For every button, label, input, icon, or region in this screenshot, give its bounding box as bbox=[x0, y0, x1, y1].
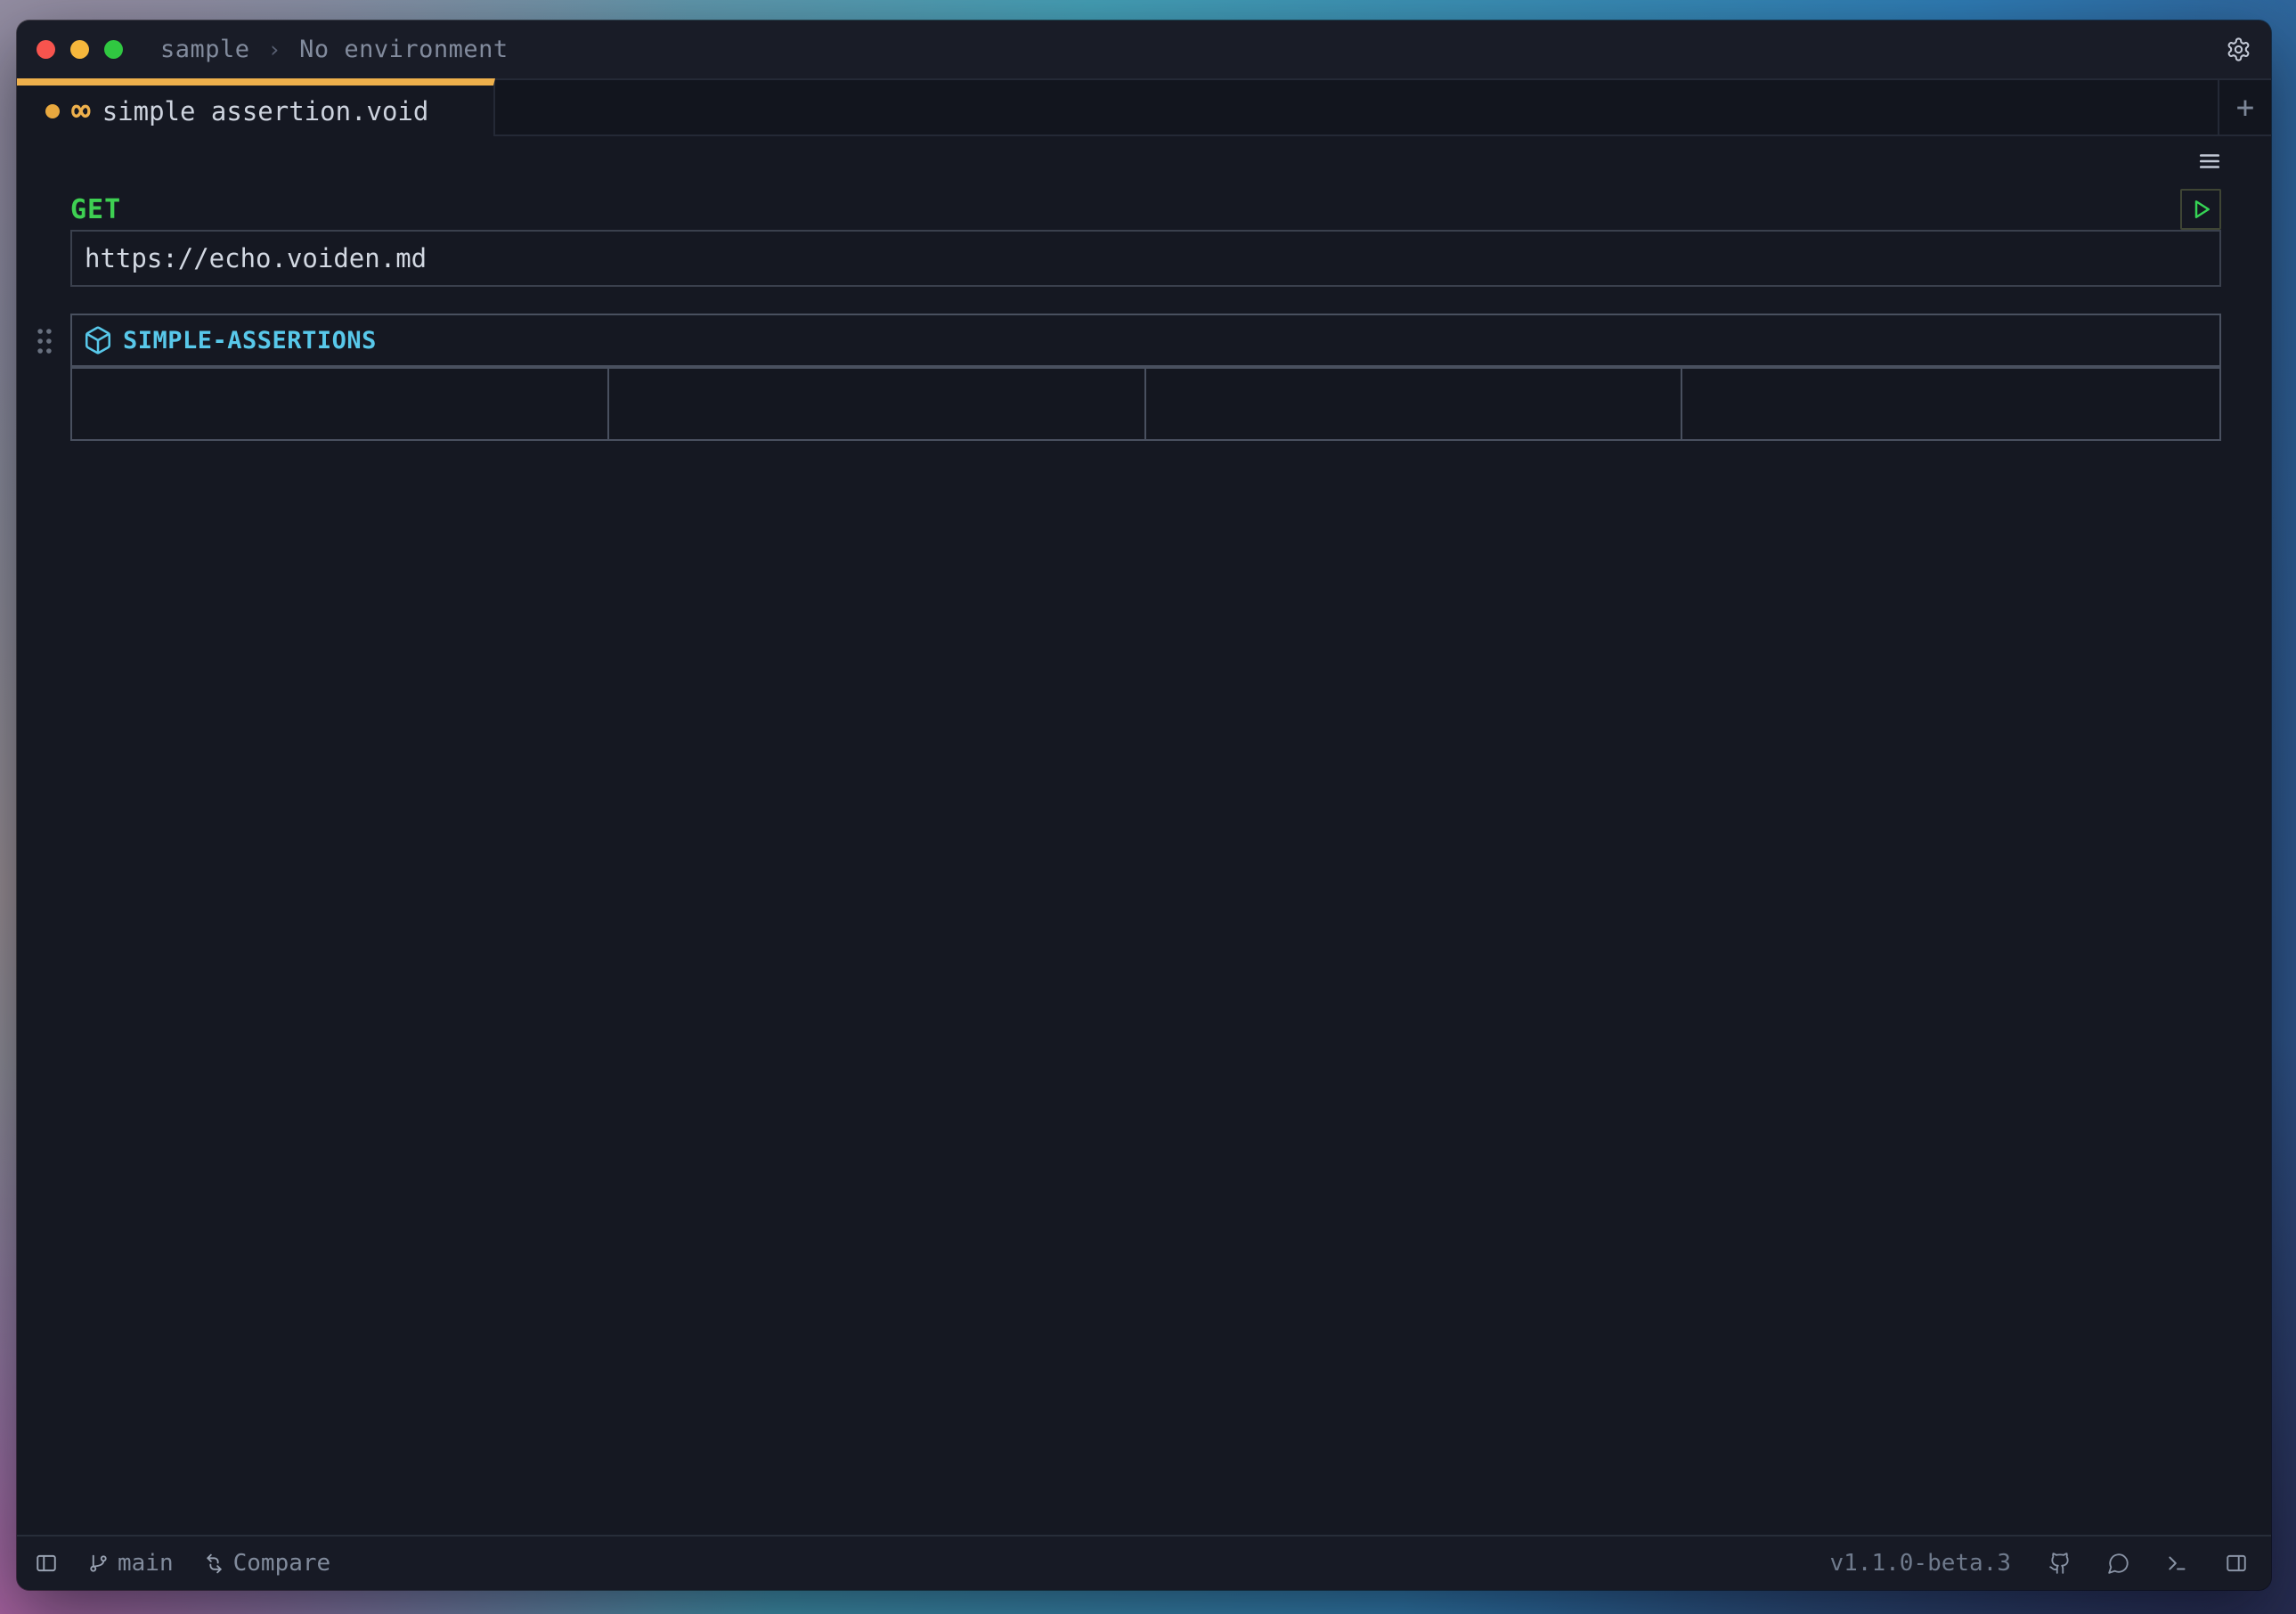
git-branch-icon bbox=[87, 1553, 110, 1575]
new-tab-button[interactable]: + bbox=[2218, 78, 2271, 136]
app-window: sample › No environment ∞ simple asserti… bbox=[17, 20, 2271, 1590]
breadcrumb-environment[interactable]: No environment bbox=[299, 36, 509, 63]
gear-icon bbox=[2226, 37, 2251, 62]
http-method-label[interactable]: GET bbox=[70, 194, 121, 225]
tab-simple-assertion[interactable]: ∞ simple assertion.void bbox=[17, 78, 495, 136]
assertions-table bbox=[70, 367, 2221, 441]
assertions-title: SIMPLE-ASSERTIONS bbox=[123, 327, 377, 355]
unsaved-dot-icon bbox=[45, 104, 60, 118]
drag-handle[interactable] bbox=[35, 325, 54, 357]
run-request-button[interactable] bbox=[2180, 189, 2221, 230]
github-button[interactable] bbox=[2048, 1552, 2072, 1575]
compare-icon bbox=[203, 1553, 225, 1575]
minimize-window-button[interactable] bbox=[70, 40, 89, 59]
play-icon bbox=[2187, 196, 2214, 223]
tabbar-empty-area bbox=[495, 78, 2218, 136]
compare-label: Compare bbox=[233, 1550, 331, 1577]
statusbar: main Compare v1.1.0-beta.3 bbox=[17, 1535, 2271, 1590]
assertion-cell-3[interactable] bbox=[1146, 369, 1683, 439]
hamburger-icon bbox=[2198, 150, 2221, 173]
toggle-left-panel-button[interactable] bbox=[35, 1552, 58, 1575]
close-window-button[interactable] bbox=[37, 40, 55, 59]
chat-bubble-icon bbox=[2107, 1552, 2130, 1575]
git-branch-button[interactable]: main bbox=[87, 1550, 174, 1577]
settings-button[interactable] bbox=[2226, 37, 2251, 62]
grip-dots-icon bbox=[35, 325, 54, 357]
terminal-button[interactable] bbox=[2166, 1552, 2189, 1575]
assertions-block: SIMPLE-ASSERTIONS bbox=[70, 314, 2221, 441]
assertions-header[interactable]: SIMPLE-ASSERTIONS bbox=[70, 314, 2221, 367]
desktop: { "titlebar": { "breadcrumb": { "project… bbox=[0, 0, 2296, 1614]
github-icon bbox=[2048, 1552, 2072, 1575]
layout-panel-right-icon bbox=[2225, 1552, 2248, 1575]
breadcrumb: sample › No environment bbox=[160, 36, 509, 63]
tab-label: simple assertion.void bbox=[102, 96, 429, 126]
compare-button[interactable]: Compare bbox=[203, 1550, 331, 1577]
url-input[interactable] bbox=[70, 230, 2221, 287]
terminal-icon bbox=[2166, 1552, 2189, 1575]
layout-sidebar-left-icon bbox=[35, 1552, 58, 1575]
tabbar: ∞ simple assertion.void + bbox=[17, 78, 2271, 136]
document-menu-button[interactable] bbox=[2198, 150, 2221, 173]
assertion-cell-4[interactable] bbox=[1682, 369, 2219, 439]
titlebar: sample › No environment bbox=[17, 20, 2271, 78]
branch-name: main bbox=[118, 1550, 174, 1577]
box-icon bbox=[83, 325, 113, 355]
zoom-window-button[interactable] bbox=[104, 40, 123, 59]
feedback-button[interactable] bbox=[2107, 1552, 2130, 1575]
plus-icon: + bbox=[2236, 90, 2254, 126]
infinity-icon: ∞ bbox=[71, 95, 91, 127]
version-label: v1.1.0-beta.3 bbox=[1830, 1550, 2012, 1577]
breadcrumb-project[interactable]: sample bbox=[160, 36, 250, 63]
assertion-cell-2[interactable] bbox=[609, 369, 1146, 439]
breadcrumb-separator-icon: › bbox=[268, 37, 282, 62]
traffic-lights bbox=[37, 40, 123, 59]
toggle-right-panel-button[interactable] bbox=[2225, 1552, 2248, 1575]
editor-area: GET bbox=[17, 136, 2271, 1535]
assertion-cell-1[interactable] bbox=[72, 369, 609, 439]
